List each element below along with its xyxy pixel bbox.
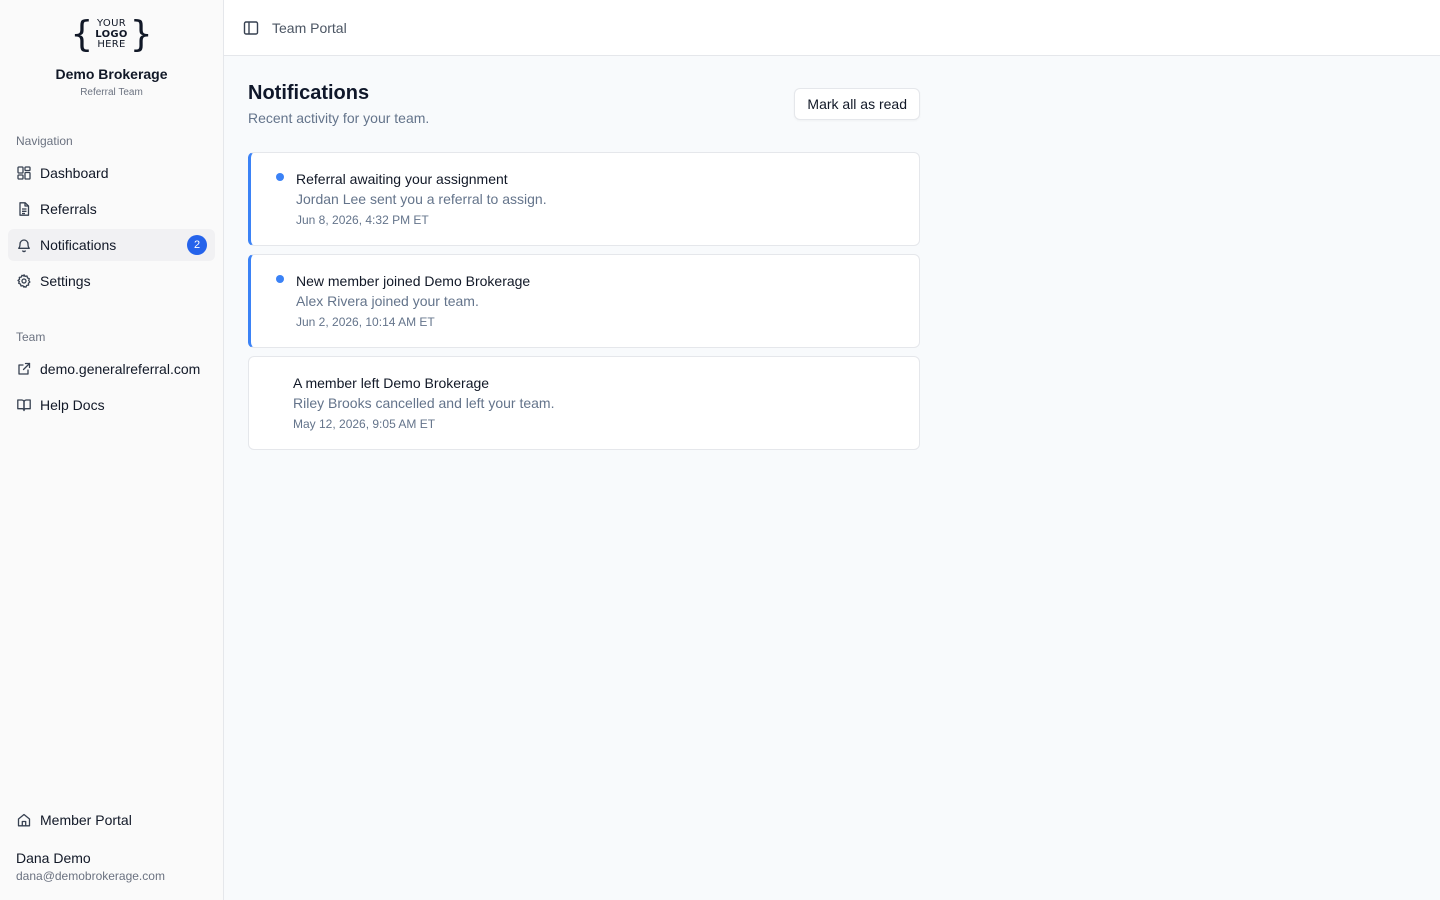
sidebar-item-label: Dashboard (40, 165, 109, 181)
sidebar-item-member-portal[interactable]: Member Portal (8, 804, 215, 836)
sidebar-item-label: Settings (40, 273, 91, 289)
topbar: Team Portal (224, 0, 1440, 56)
notification-time: Jun 8, 2026, 4:32 PM ET (296, 213, 429, 227)
notification-description: Jordan Lee sent you a referral to assign… (296, 191, 547, 207)
user-profile[interactable]: Dana Demo dana@demobrokerage.com (16, 850, 165, 883)
sidebar-item-label: Notifications (40, 237, 117, 253)
sidebar-item-referrals[interactable]: Referrals (8, 193, 215, 225)
notification-title: A member left Demo Brokerage (293, 375, 490, 391)
sidebar-item-help-docs[interactable]: Help Docs (8, 389, 215, 421)
home-icon (16, 812, 32, 828)
sidebar-item-settings[interactable]: Settings (8, 265, 215, 297)
brand-subtitle: Referral Team (80, 87, 143, 98)
brand: { YOUR LOGO HERE } Demo Brokerage Referr… (0, 0, 223, 99)
notification-title: New member joined Demo Brokerage (296, 273, 531, 289)
page-title: Notifications (248, 82, 370, 104)
sidebar: { YOUR LOGO HERE } Demo Brokerage Referr… (0, 0, 224, 900)
notification-title: Referral awaiting your assignment (296, 171, 508, 187)
notification-description: Alex Rivera joined your team. (296, 293, 479, 309)
mark-all-read-button[interactable]: Mark all as read (794, 88, 920, 120)
gear-icon (16, 273, 32, 289)
document-icon (16, 201, 32, 217)
notification-time: May 12, 2026, 9:05 AM ET (293, 417, 436, 431)
notification-card[interactable]: New member joined Demo Brokerage Alex Ri… (248, 254, 920, 348)
sidebar-toggle-icon[interactable] (242, 19, 260, 37)
sidebar-item-team-site[interactable]: demo.generalreferral.com (8, 353, 215, 385)
notification-card[interactable]: Referral awaiting your assignment Jordan… (248, 152, 920, 246)
brand-name: Demo Brokerage (55, 66, 168, 82)
bell-icon (16, 237, 32, 253)
notification-time: Jun 2, 2026, 10:14 AM ET (296, 315, 435, 329)
notification-description: Riley Brooks cancelled and left your tea… (293, 395, 555, 411)
sidebar-item-dashboard[interactable]: Dashboard (8, 157, 215, 189)
sidebar-item-notifications[interactable]: Notifications 2 (8, 229, 215, 261)
navigation-section-label: Navigation (16, 134, 73, 148)
user-name: Dana Demo (16, 850, 91, 866)
topbar-title: Team Portal (272, 19, 347, 36)
unread-dot-icon (276, 275, 284, 283)
notification-count-badge: 2 (187, 235, 207, 255)
external-link-icon (16, 361, 32, 377)
notification-card[interactable]: A member left Demo Brokerage Riley Brook… (248, 356, 920, 450)
book-icon (16, 397, 32, 413)
sidebar-item-label: Referrals (40, 201, 97, 217)
sidebar-item-label: Help Docs (40, 397, 105, 413)
team-section-label: Team (16, 330, 46, 344)
unread-dot-icon (276, 173, 284, 181)
sidebar-item-label: Member Portal (40, 812, 132, 828)
dashboard-icon (16, 165, 32, 181)
page-subtitle: Recent activity for your team. (248, 110, 430, 126)
logo: { YOUR LOGO HERE } (70, 14, 153, 55)
user-email: dana@demobrokerage.com (16, 869, 165, 883)
sidebar-item-label: demo.generalreferral.com (40, 361, 201, 377)
